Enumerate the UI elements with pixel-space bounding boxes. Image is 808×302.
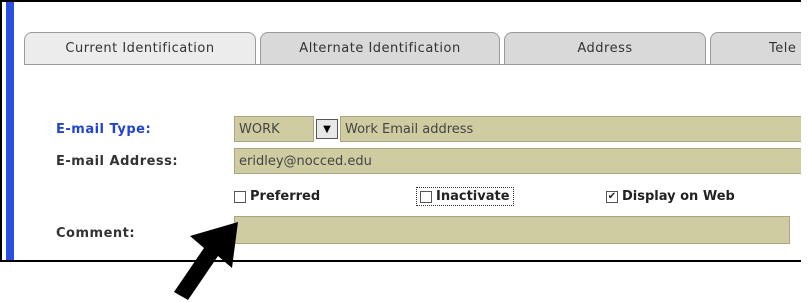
checkmark-icon: ✔	[607, 190, 617, 202]
inactivate-checkbox-box[interactable]	[420, 190, 432, 203]
email-address-label: E-mail Address:	[56, 154, 179, 169]
inactivate-checkbox[interactable]: Inactivate	[416, 187, 514, 206]
comment-label: Comment:	[56, 226, 136, 241]
display-on-web-checkbox[interactable]: ✔ Display on Web	[606, 189, 735, 204]
inactivate-label: Inactivate	[436, 189, 510, 204]
comment-input[interactable]	[234, 216, 790, 244]
preferred-checkbox[interactable]: Preferred	[234, 189, 320, 204]
arrow-pointer-icon	[174, 222, 238, 300]
display-on-web-checkbox-box[interactable]: ✔	[606, 190, 618, 203]
preferred-label: Preferred	[250, 189, 321, 204]
email-type-field[interactable]: WORK	[234, 116, 314, 142]
tab-telephone[interactable]: Tele	[710, 32, 801, 64]
email-type-description: Work Email address	[340, 116, 801, 142]
email-type-label: E-mail Type:	[56, 122, 152, 137]
preferred-checkbox-box[interactable]	[234, 190, 246, 203]
display-on-web-label: Display on Web	[622, 189, 735, 204]
tab-alternate-identification[interactable]: Alternate Identification	[260, 32, 500, 64]
email-address-input[interactable]: eridley@nocced.edu	[234, 148, 801, 174]
email-type-dropdown-button[interactable]: ▼	[316, 119, 338, 139]
chevron-down-icon: ▼	[323, 123, 331, 135]
form-window: Current Identification Alternate Identif…	[0, 0, 801, 262]
tab-divider	[24, 64, 801, 65]
tab-address[interactable]: Address	[504, 32, 706, 64]
left-accent-bar	[6, 2, 14, 260]
tab-strip: Current Identification Alternate Identif…	[24, 32, 801, 66]
tab-current-identification[interactable]: Current Identification	[24, 32, 256, 64]
